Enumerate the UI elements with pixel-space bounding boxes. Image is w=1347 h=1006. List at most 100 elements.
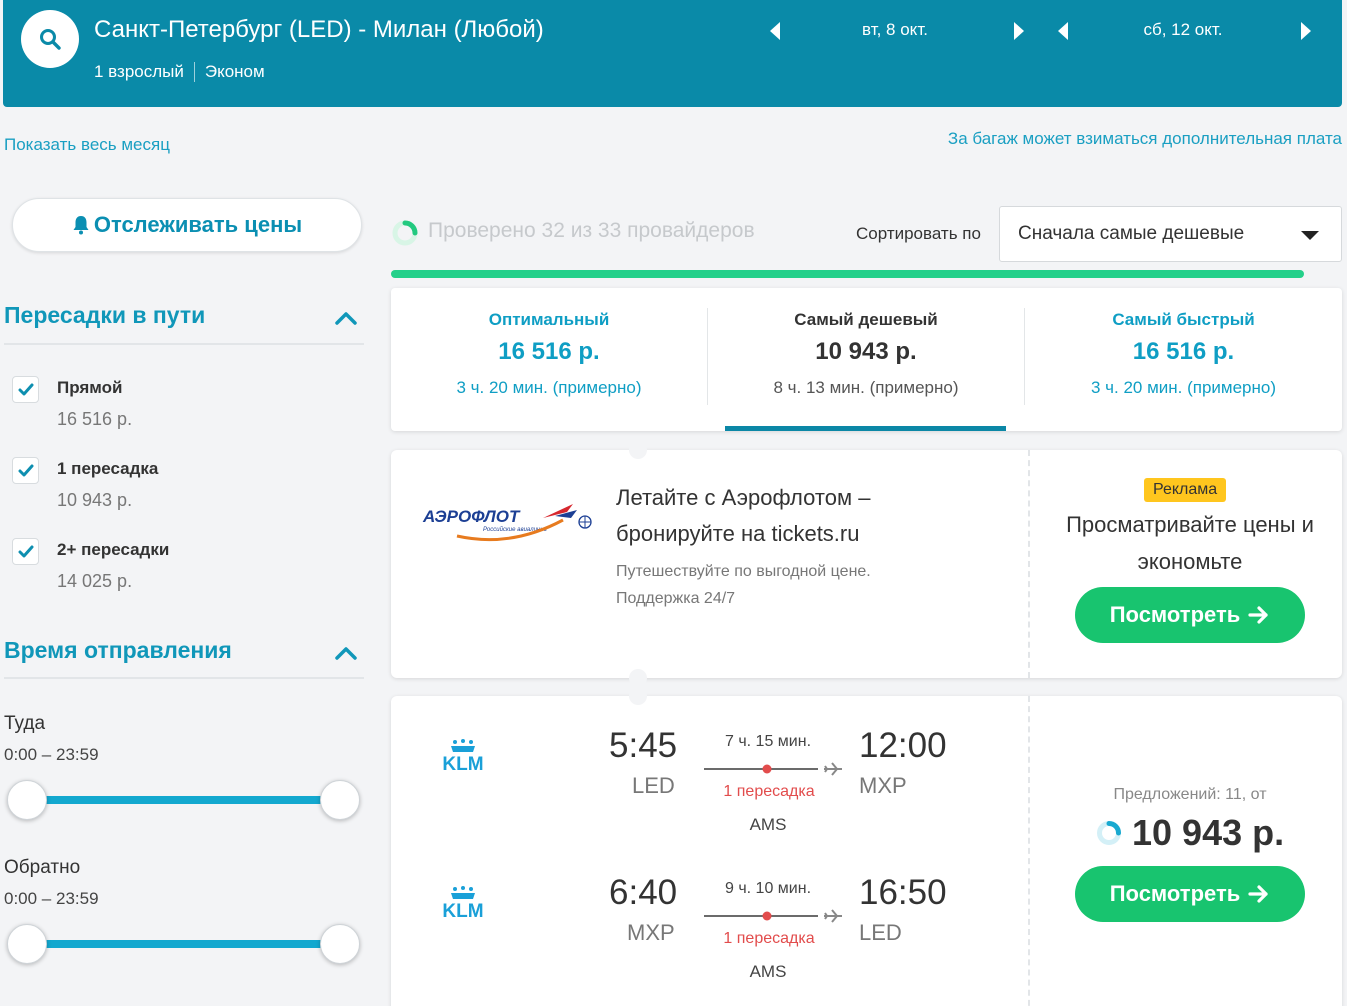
card-notch xyxy=(629,687,647,705)
tab-duration: 3 ч. 20 мин. (примерно) xyxy=(456,378,642,397)
outbound-time-range: 0:00 – 23:59 xyxy=(4,745,99,764)
inbound-via: AMS xyxy=(749,962,787,981)
inbound-arrival-airport: LED xyxy=(859,920,902,945)
track-prices-label: Отслеживать цены xyxy=(93,212,303,237)
button-label: Посмотреть xyxy=(1109,602,1241,627)
plane-icon xyxy=(824,762,842,776)
route-title[interactable]: Санкт-Петербург (LED) - Милан (Любой) xyxy=(94,16,544,44)
checkmark-icon xyxy=(18,383,33,395)
ad-view-button[interactable]: Посмотреть xyxy=(1075,587,1305,643)
card-notch xyxy=(629,441,647,459)
baggage-fee-link[interactable]: За багаж может взиматься дополнительная … xyxy=(948,129,1342,149)
inbound-departure-airport: MXP xyxy=(627,920,675,945)
card-divider xyxy=(1028,696,1030,1006)
klm-logo: KLM xyxy=(442,886,484,919)
passengers-count: 1 взрослый xyxy=(94,62,184,81)
ad-title[interactable]: Летайте с Аэрофлотом – бронируйте на tic… xyxy=(616,480,946,552)
separator xyxy=(193,62,195,82)
cabin-class: Эконом xyxy=(204,62,265,81)
sort-tabs: Оптимальный 16 516 р. 3 ч. 20 мин. (прим… xyxy=(391,288,1342,431)
sort-select[interactable]: Сначала самые дешевые xyxy=(999,206,1342,262)
search-header: Санкт-Петербург (LED) - Милан (Любой) 1 … xyxy=(3,0,1342,107)
inbound-duration: 9 ч. 10 мин. xyxy=(724,880,812,897)
return-slider-min-handle[interactable] xyxy=(7,924,47,964)
providers-status: Проверено 32 из 33 провайдеров xyxy=(428,219,755,242)
return-time-slider[interactable] xyxy=(27,940,340,948)
depart-next-day-icon[interactable] xyxy=(1014,22,1024,40)
arrow-right-icon xyxy=(1248,606,1268,624)
plane-icon xyxy=(824,909,842,923)
filter-price: 10 943 р. xyxy=(57,490,133,510)
return-label: Обратно xyxy=(4,857,81,878)
outbound-duration: 7 ч. 15 мин. xyxy=(724,733,812,750)
outbound-time-slider[interactable] xyxy=(27,796,340,804)
departure-time-filter-title[interactable]: Время отправления xyxy=(4,637,232,664)
airline-name: KLM xyxy=(442,901,483,919)
outbound-route-line xyxy=(704,762,842,776)
outbound-slider-max-handle[interactable] xyxy=(320,780,360,820)
price-value: 10 943 р. xyxy=(1132,812,1285,853)
outbound-via: AMS xyxy=(749,815,787,834)
chevron-up-icon[interactable] xyxy=(334,645,358,661)
checkbox[interactable] xyxy=(12,376,39,403)
sort-label: Сортировать по xyxy=(856,224,981,243)
outbound-slider-min-handle[interactable] xyxy=(7,780,47,820)
return-prev-day-icon[interactable] xyxy=(1058,22,1068,40)
tab-duration: 3 ч. 20 мин. (примерно) xyxy=(1090,378,1277,397)
checkmark-icon xyxy=(18,464,33,476)
loading-spinner-icon xyxy=(1097,821,1121,845)
card-notch xyxy=(629,669,647,687)
button-label: Посмотреть xyxy=(1109,881,1241,906)
loading-spinner-icon xyxy=(392,220,418,246)
chevron-up-icon[interactable] xyxy=(334,310,358,326)
offers-count: Предложений: 11, от xyxy=(1113,786,1267,803)
tab-label: Самый дешевый xyxy=(794,310,938,329)
inbound-departure-time: 6:40 xyxy=(609,873,678,912)
divider xyxy=(4,677,364,679)
tab-fastest[interactable]: Самый быстрый 16 516 р. 3 ч. 20 мин. (пр… xyxy=(1025,288,1342,431)
ad-card[interactable]: АЭРОФЛОТ Российские авиалинии Летайте с … xyxy=(391,450,1342,678)
inbound-stops: 1 пересадка xyxy=(723,930,815,947)
outbound-departure-time: 5:45 xyxy=(609,726,678,765)
checkmark-icon xyxy=(18,545,33,557)
ad-subtitle: Путешествуйте по выгодной цене. Поддержк… xyxy=(616,563,871,607)
tab-cheapest[interactable]: Самый дешевый 10 943 р. 8 ч. 13 мин. (пр… xyxy=(708,288,1024,431)
stops-filter-title[interactable]: Пересадки в пути xyxy=(4,302,205,329)
ad-badge: Реклама xyxy=(1144,478,1227,502)
return-slider-max-handle[interactable] xyxy=(320,924,360,964)
filter-price: 14 025 р. xyxy=(57,571,133,591)
ad-promo-text: Просматривайте цены и экономьте xyxy=(1066,512,1314,574)
airline-name: KLM xyxy=(442,754,483,772)
tab-optimal[interactable]: Оптимальный 16 516 р. 3 ч. 20 мин. (прим… xyxy=(391,288,707,431)
flight-result-card[interactable]: KLM 5:45 LED 7 ч. 15 мин. 1 пересадка AM… xyxy=(391,696,1342,1006)
search-progress-bar xyxy=(391,270,1304,278)
depart-prev-day-icon[interactable] xyxy=(770,22,780,40)
search-icon xyxy=(40,29,61,50)
inbound-arrival-time: 16:50 xyxy=(859,873,947,912)
track-prices-button[interactable]: Отслеживать цены xyxy=(12,198,362,252)
sort-value: Сначала самые дешевые xyxy=(1018,223,1245,244)
tab-price: 16 516 р. xyxy=(1132,338,1235,365)
filter-label: Прямой xyxy=(57,378,123,397)
passengers-class[interactable]: 1 взрослый Эконом xyxy=(94,62,265,82)
tab-price: 10 943 р. xyxy=(815,338,917,365)
arrow-right-icon xyxy=(1248,885,1268,903)
filter-label: 1 пересадка xyxy=(57,459,159,478)
tab-label: Оптимальный xyxy=(488,310,610,329)
return-date[interactable]: сб, 12 окт. xyxy=(1113,20,1253,40)
klm-logo: KLM xyxy=(442,739,484,772)
selected-tab-indicator xyxy=(725,426,1006,431)
filter-label: 2+ пересадки xyxy=(57,540,170,559)
return-next-day-icon[interactable] xyxy=(1301,22,1311,40)
tab-label: Самый быстрый xyxy=(1112,310,1255,329)
search-button[interactable] xyxy=(21,10,79,68)
outbound-departure-airport: LED xyxy=(632,773,675,798)
checkbox[interactable] xyxy=(12,538,39,565)
depart-date[interactable]: вт, 8 окт. xyxy=(825,20,965,40)
checkbox[interactable] xyxy=(12,457,39,484)
tab-price: 16 516 р. xyxy=(498,338,600,365)
view-offer-button[interactable]: Посмотреть xyxy=(1075,866,1305,922)
outbound-arrival-time: 12:00 xyxy=(859,726,947,765)
bell-icon xyxy=(73,216,89,235)
show-month-link[interactable]: Показать весь месяц xyxy=(4,135,170,155)
